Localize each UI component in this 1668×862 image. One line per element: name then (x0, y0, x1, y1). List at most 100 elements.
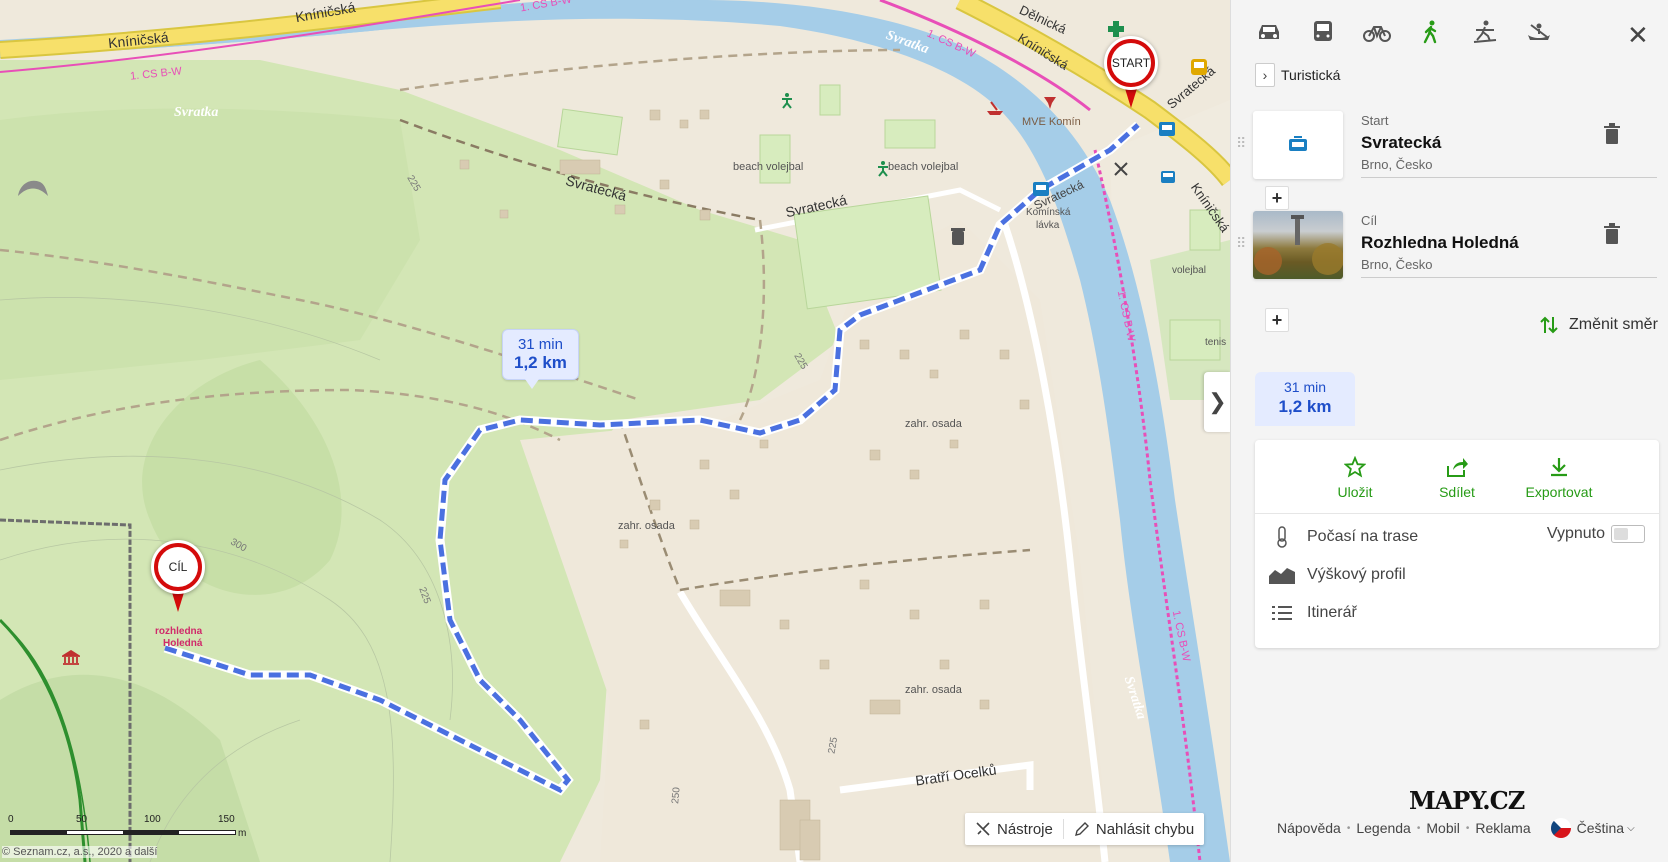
boat-icon[interactable] (1523, 16, 1555, 48)
trash-icon[interactable] (1603, 223, 1623, 247)
help-link[interactable]: Nápověda (1277, 820, 1341, 836)
waypoint-type: Start (1361, 113, 1389, 128)
route-profile-label: Turistická (1281, 67, 1341, 83)
export-button[interactable]: Exportovat (1526, 456, 1592, 513)
route-profile-selector[interactable]: › Turistická (1255, 63, 1340, 87)
weather-toggle[interactable]: Vypnuto (1547, 525, 1645, 543)
elevation-icon (1269, 568, 1295, 584)
collapse-panel-button[interactable]: ❯ (1204, 372, 1230, 432)
poi-label: Komínská (1026, 207, 1071, 218)
map-base (0, 0, 1230, 862)
add-waypoint-button[interactable]: + (1265, 308, 1289, 332)
walk-icon[interactable] (1415, 16, 1447, 48)
poi-label: Holedná (163, 638, 203, 649)
route-panel: ✕ › Turistická ⠿ Start Svratecká Brno, Č… (1230, 0, 1668, 862)
route-time: 31 min (1283, 379, 1327, 395)
river-label: Svratka (174, 105, 219, 120)
contour-label: 250 (670, 786, 683, 805)
language-selector[interactable]: Čeština ⌵ (1550, 818, 1635, 838)
tram-stop-icon[interactable] (1032, 181, 1050, 197)
poi-label: tenis (1205, 337, 1227, 348)
share-button[interactable]: Sdílet (1427, 456, 1487, 513)
itinerary-option[interactable]: Itinerář (1269, 601, 1645, 625)
close-icon[interactable]: ✕ (1627, 22, 1649, 48)
start-pin[interactable]: START (1104, 36, 1158, 110)
route-distance: 1,2 km (1278, 397, 1332, 416)
map-canvas[interactable]: Kníničská Kníničská Kníničská Kníničská … (0, 0, 1230, 862)
start-waypoint[interactable]: ⠿ Start Svratecká Brno, Česko (1231, 111, 1668, 186)
bus-icon[interactable] (1307, 16, 1339, 48)
tram-stop-icon (1289, 136, 1307, 151)
museum-icon[interactable] (59, 649, 83, 666)
tram-stop-icon[interactable] (1160, 170, 1176, 184)
bike-icon[interactable] (1361, 16, 1393, 48)
add-waypoint-button[interactable]: + (1265, 186, 1289, 210)
report-error-button[interactable]: Nahlásit chybu (1064, 813, 1204, 845)
legend-link[interactable]: Legenda (1356, 820, 1411, 836)
swap-icon (1540, 316, 1558, 334)
elevation-option[interactable]: Výškový profil (1269, 563, 1645, 587)
copyright[interactable]: © Seznam.cz, a.s., 2020 a další (2, 846, 158, 858)
poi-label: lávka (1036, 220, 1060, 231)
footer-links: Nápověda • Legenda • Mobil • Reklama Češ… (1277, 818, 1635, 838)
poi-label: volejbal (1172, 265, 1206, 276)
route-summary-tab[interactable]: 31 min 1,2 km (1255, 372, 1355, 426)
tools-icon (976, 822, 990, 836)
route-time: 31 min (517, 336, 563, 353)
list-icon (1272, 606, 1292, 620)
waypoint-name: Svratecká (1361, 133, 1442, 152)
trash-icon[interactable] (1603, 123, 1623, 147)
area-label: zahr. osada (905, 418, 962, 430)
end-pin[interactable]: CÍL (151, 540, 205, 614)
poi-label: MVE Komín (1022, 116, 1081, 128)
thermometer-icon (1277, 526, 1287, 548)
elevation-label: Výškový profil (1307, 566, 1406, 583)
share-icon (1447, 458, 1468, 477)
tram-stop-icon[interactable] (1158, 121, 1176, 137)
ski-icon[interactable] (1469, 16, 1501, 48)
car-icon[interactable] (1253, 16, 1285, 48)
chevron-right-icon: › (1255, 63, 1275, 87)
toggle-switch[interactable] (1611, 525, 1645, 543)
mapy-logo[interactable]: MAPY.CZ (1409, 786, 1525, 815)
rock-icon (18, 176, 48, 196)
bus-stop-icon[interactable] (1190, 58, 1208, 76)
tools-icon[interactable] (1112, 160, 1130, 178)
drag-handle-icon[interactable]: ⠿ (1236, 235, 1246, 252)
end-thumbnail (1253, 211, 1343, 279)
route-summary-bubble[interactable]: 31 min 1,2 km (502, 329, 579, 389)
sport-icon[interactable] (874, 160, 892, 178)
drag-handle-icon[interactable]: ⠿ (1236, 135, 1246, 152)
poi-label: beach volejbal (888, 161, 959, 173)
hydro-icon[interactable] (1040, 93, 1060, 113)
poi-label: rozhledna (155, 626, 203, 637)
tower-photo (1254, 215, 1343, 275)
chevron-down-icon: ⌵ (1627, 822, 1635, 834)
route-details-card: Uložit Sdílet Exportovat Počasí na trase… (1255, 440, 1659, 648)
waypoint-type: Cíl (1361, 213, 1377, 228)
end-waypoint[interactable]: ⠿ Cíl Rozhledna Holedná Brno, Česko (1231, 211, 1668, 286)
waste-icon[interactable] (950, 226, 966, 246)
mobile-link[interactable]: Mobil (1426, 820, 1459, 836)
poi-label: beach volejbal (733, 161, 804, 173)
weather-toggle-state: Vypnuto (1546, 525, 1605, 542)
boat-rental-icon[interactable] (985, 98, 1005, 118)
czech-flag-icon (1550, 818, 1571, 838)
map-scale: 0 50 100 150 m (8, 814, 247, 839)
waypoint-name: Rozhledna Holedná (1361, 233, 1519, 252)
weather-option[interactable]: Počasí na trase Vypnuto (1269, 525, 1645, 549)
sport-icon[interactable] (778, 92, 796, 110)
area-label: zahr. osada (618, 520, 675, 532)
waypoint-location: Brno, Česko (1361, 257, 1433, 272)
area-label: zahr. osada (905, 684, 962, 696)
weather-label: Počasí na trase (1307, 528, 1419, 545)
tools-button[interactable]: Nástroje (965, 813, 1063, 845)
ads-link[interactable]: Reklama (1475, 820, 1530, 836)
download-icon (1551, 458, 1567, 477)
reverse-route-button[interactable]: Změnit směr (1539, 315, 1658, 335)
route-distance: 1,2 km (514, 353, 567, 372)
pencil-icon (1074, 822, 1089, 836)
route-actions: Uložit Sdílet Exportovat (1255, 440, 1659, 514)
save-button[interactable]: Uložit (1325, 456, 1385, 513)
star-icon (1344, 456, 1366, 478)
